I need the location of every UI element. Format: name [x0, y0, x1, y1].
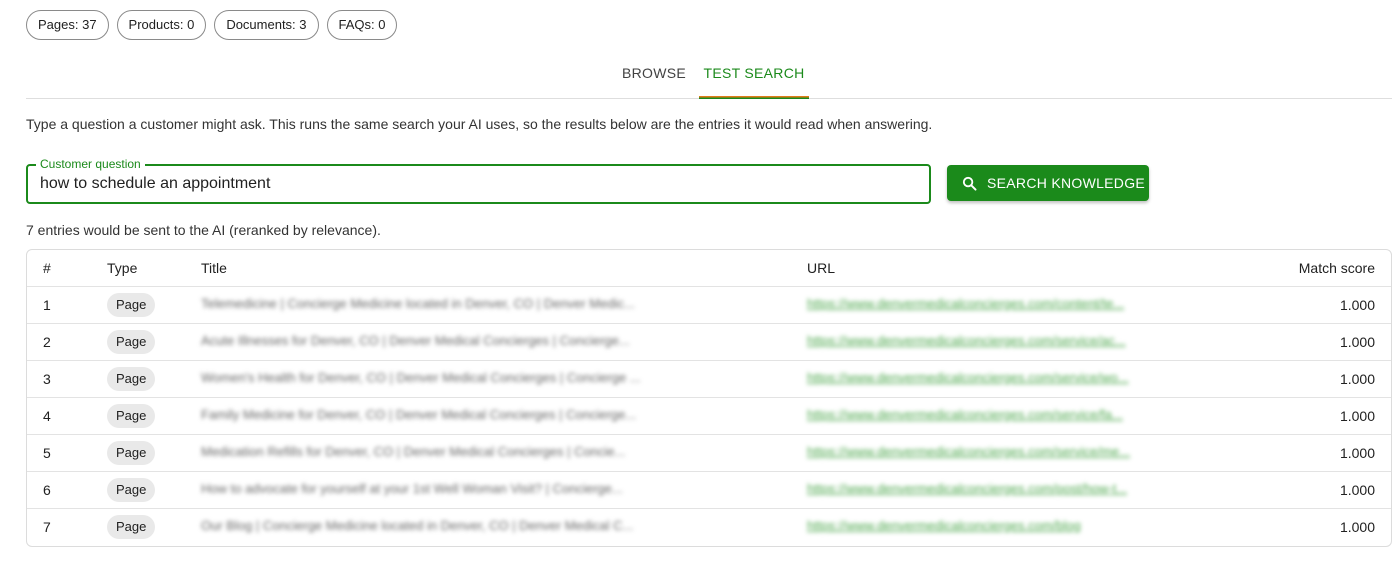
type-badge: Page [107, 404, 156, 428]
row-number: 6 [27, 471, 107, 509]
column-header-title: Title [201, 250, 807, 287]
search-icon [962, 176, 977, 191]
row-match-score: 1.000 [1247, 397, 1391, 435]
row-url-link[interactable]: https://www.denvermedicalconcierges.com/… [807, 407, 1123, 422]
column-header-type: Type [107, 250, 201, 287]
type-badge: Page [107, 293, 156, 317]
row-url-link[interactable]: https://www.denvermedicalconcierges.com/… [807, 444, 1130, 459]
result-summary: 7 entries would be sent to the AI (reran… [26, 222, 381, 238]
pages-count-chip[interactable]: Pages: 37 [26, 10, 109, 40]
row-url-link[interactable]: https://www.denvermedicalconcierges.com/… [807, 481, 1127, 496]
row-number: 1 [27, 286, 107, 324]
type-badge: Page [107, 367, 156, 391]
customer-question-field: Customer question [26, 157, 931, 204]
table-row[interactable]: 1 Page Telemedicine | Concierge Medicine… [27, 286, 1391, 324]
row-number: 5 [27, 434, 107, 472]
table-row[interactable]: 5 Page Medication Refills for Denver, CO… [27, 434, 1391, 472]
column-header-number: # [27, 250, 107, 287]
row-url-link[interactable]: https://www.denvermedicalconcierges.com/… [807, 518, 1081, 533]
row-title: Acute Illnesses for Denver, CO | Denver … [201, 333, 630, 348]
column-header-match-score: Match score [1247, 250, 1391, 287]
row-title: How to advocate for yourself at your 1st… [201, 481, 623, 496]
row-number: 7 [43, 519, 51, 535]
results-table: # Type Title URL Match score 1 Page Tele… [26, 249, 1392, 547]
type-badge: Page [107, 478, 156, 502]
documents-count-chip[interactable]: Documents: 3 [214, 10, 319, 40]
row-title: Family Medicine for Denver, CO | Denver … [201, 407, 637, 422]
tab-browse[interactable]: BROWSE [614, 54, 694, 98]
row-title: Telemedicine | Concierge Medicine locate… [201, 296, 635, 311]
products-count-chip[interactable]: Products: 0 [116, 10, 207, 40]
type-badge: Page [107, 515, 156, 539]
source-counts: Pages: 37 Products: 0 Documents: 3 FAQs:… [26, 10, 398, 40]
row-match-score: 1.000 [1339, 519, 1375, 535]
search-knowledge-button[interactable]: SEARCH KNOWLEDGE [947, 165, 1149, 201]
tab-bar: BROWSE TEST SEARCH [26, 54, 1392, 99]
search-knowledge-label: SEARCH KNOWLEDGE [987, 175, 1146, 191]
row-title: Women's Health for Denver, CO | Denver M… [201, 370, 641, 385]
type-badge: Page [107, 441, 156, 465]
type-badge: Page [107, 330, 156, 354]
faqs-count-chip[interactable]: FAQs: 0 [326, 10, 398, 40]
row-title: Our Blog | Concierge Medicine located in… [201, 518, 634, 533]
table-header-row: # Type Title URL Match score [27, 250, 1391, 287]
row-number: 2 [27, 323, 107, 361]
row-match-score: 1.000 [1247, 434, 1391, 472]
table-row[interactable]: 7 Page Our Blog | Concierge Medicine loc… [27, 509, 1391, 546]
row-match-score: 1.000 [1247, 323, 1391, 361]
row-match-score: 1.000 [1247, 471, 1391, 509]
row-url-link[interactable]: https://www.denvermedicalconcierges.com/… [807, 296, 1124, 311]
row-match-score: 1.000 [1247, 360, 1391, 398]
row-match-score: 1.000 [1247, 286, 1391, 324]
search-description: Type a question a customer might ask. Th… [26, 116, 933, 132]
row-url-link[interactable]: https://www.denvermedicalconcierges.com/… [807, 370, 1129, 385]
tab-test-search-label: TEST SEARCH [703, 65, 805, 81]
row-number: 3 [27, 360, 107, 398]
active-tab-indicator [699, 96, 809, 99]
row-title: Medication Refills for Denver, CO | Denv… [201, 444, 626, 459]
tab-test-search[interactable]: TEST SEARCH [699, 54, 809, 99]
table-row[interactable]: 2 Page Acute Illnesses for Denver, CO | … [27, 323, 1391, 361]
row-number: 4 [27, 397, 107, 435]
table-row[interactable]: 3 Page Women's Health for Denver, CO | D… [27, 360, 1391, 398]
column-header-url: URL [807, 250, 1247, 287]
table-row[interactable]: 6 Page How to advocate for yourself at y… [27, 471, 1391, 509]
customer-question-input[interactable] [40, 166, 910, 202]
row-url-link[interactable]: https://www.denvermedicalconcierges.com/… [807, 333, 1126, 348]
table-row[interactable]: 4 Page Family Medicine for Denver, CO | … [27, 397, 1391, 435]
